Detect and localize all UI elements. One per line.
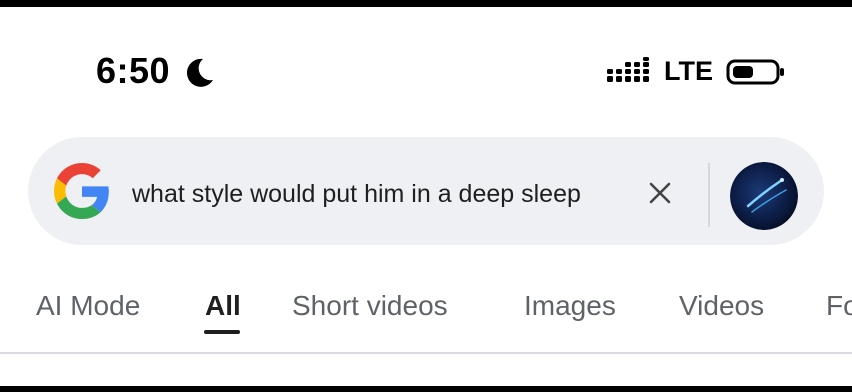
active-tab-indicator — [204, 330, 240, 334]
tabs-divider — [0, 352, 852, 354]
search-divider — [708, 163, 710, 227]
battery-icon — [726, 59, 784, 85]
moon-icon — [186, 58, 213, 87]
tab-images[interactable]: Images — [524, 292, 616, 320]
search-input[interactable]: what style would put him in a deep sleep — [132, 179, 635, 209]
signal-icon — [607, 57, 649, 82]
google-g-logo — [54, 163, 109, 219]
network-type: LTE — [664, 56, 713, 86]
tab-short-videos[interactable]: Short videos — [292, 292, 448, 320]
avatar-image — [730, 162, 798, 230]
close-icon[interactable] — [646, 179, 674, 207]
profile-avatar[interactable] — [730, 162, 798, 230]
phone-screen: 6:50 LTE what style would put him in a d… — [0, 7, 852, 386]
tab-ai-mode[interactable]: AI Mode — [36, 292, 140, 320]
tab-all[interactable]: All — [205, 292, 241, 320]
status-time: 6:50 — [96, 50, 171, 91]
tab-more-truncated[interactable]: Fo — [826, 292, 852, 320]
tab-videos[interactable]: Videos — [679, 292, 764, 320]
